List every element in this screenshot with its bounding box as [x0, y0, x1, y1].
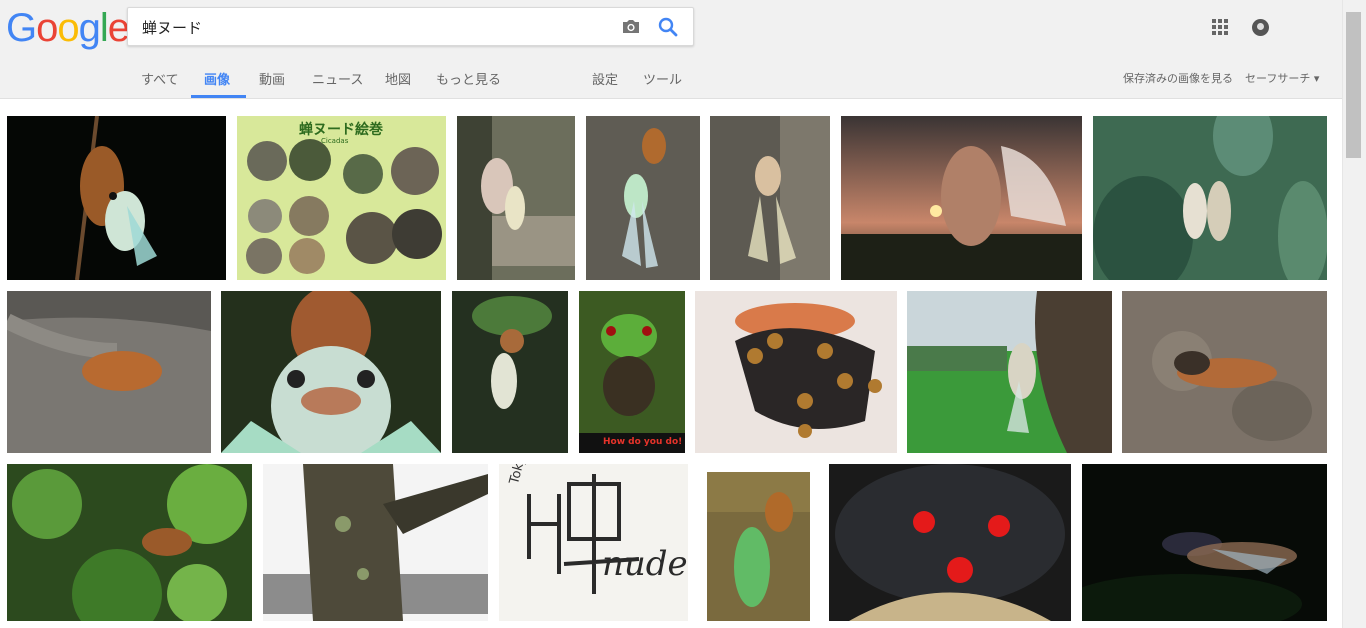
- google-image-search-page: Google すべて 画像 動画 ニュース 地図 もっと見る 設定 ツール 保存…: [0, 0, 1366, 628]
- tab-more[interactable]: もっと見る: [436, 69, 501, 88]
- image-result[interactable]: 蝉ヌード絵巻 Cicadas: [237, 116, 446, 280]
- image-result[interactable]: [221, 291, 441, 453]
- image-result[interactable]: [1093, 116, 1327, 280]
- image-result[interactable]: [7, 116, 226, 280]
- page-scrollbar[interactable]: [1342, 0, 1366, 628]
- image-result[interactable]: How do you do!: [579, 291, 685, 453]
- image-result[interactable]: [7, 464, 252, 621]
- logo-letter-e: e: [107, 6, 130, 50]
- saved-images-link[interactable]: 保存済みの画像を見る: [1123, 70, 1233, 86]
- tab-all[interactable]: すべて: [141, 69, 179, 88]
- poster-subtitle: Cicadas: [321, 137, 349, 145]
- image-result[interactable]: [829, 464, 1071, 621]
- image-result[interactable]: [710, 116, 830, 280]
- logo-letter-o2: o: [57, 6, 79, 50]
- image-result[interactable]: [707, 472, 810, 621]
- image-result[interactable]: [452, 291, 568, 453]
- image-result[interactable]: [1122, 291, 1327, 453]
- google-logo[interactable]: Google: [6, 6, 130, 50]
- image-result[interactable]: [695, 291, 897, 453]
- image-result[interactable]: [907, 291, 1112, 453]
- image-result[interactable]: [263, 464, 488, 621]
- search-input[interactable]: [142, 17, 602, 37]
- search-icon[interactable]: [657, 16, 679, 38]
- scrollbar-thumb[interactable]: [1346, 12, 1361, 158]
- image-result[interactable]: [586, 116, 700, 280]
- apps-grid-icon[interactable]: [1212, 19, 1228, 35]
- tab-images[interactable]: 画像: [204, 69, 230, 88]
- image-result[interactable]: [7, 291, 211, 453]
- thumbnail-text-nude: nude: [602, 544, 688, 584]
- logo-letter-l: l: [99, 6, 109, 50]
- search-box: [127, 7, 694, 46]
- poster-title: 蝉ヌード絵巻: [299, 122, 383, 138]
- tab-maps[interactable]: 地図: [385, 69, 411, 88]
- image-result[interactable]: [1082, 464, 1327, 621]
- tab-videos[interactable]: 動画: [259, 69, 285, 88]
- logo-letter-g: G: [6, 6, 37, 50]
- account-avatar-icon[interactable]: [1252, 19, 1269, 36]
- image-result[interactable]: [841, 116, 1082, 280]
- active-tab-indicator: [191, 95, 246, 98]
- logo-letter-o1: o: [36, 6, 58, 50]
- tab-tools[interactable]: ツール: [643, 69, 682, 88]
- safe-search-dropdown[interactable]: セーフサーチ ▾: [1245, 70, 1319, 86]
- tab-settings[interactable]: 設定: [592, 69, 618, 88]
- image-result[interactable]: [457, 116, 575, 280]
- logo-letter-g2: g: [78, 6, 101, 50]
- camera-icon[interactable]: [620, 17, 642, 37]
- thumbnail-caption: How do you do!: [603, 437, 683, 447]
- tab-news[interactable]: ニュース: [312, 69, 363, 88]
- image-result[interactable]: Tokyo nude: [499, 464, 688, 621]
- header: Google すべて 画像 動画 ニュース 地図 もっと見る 設定 ツール 保存…: [0, 0, 1342, 99]
